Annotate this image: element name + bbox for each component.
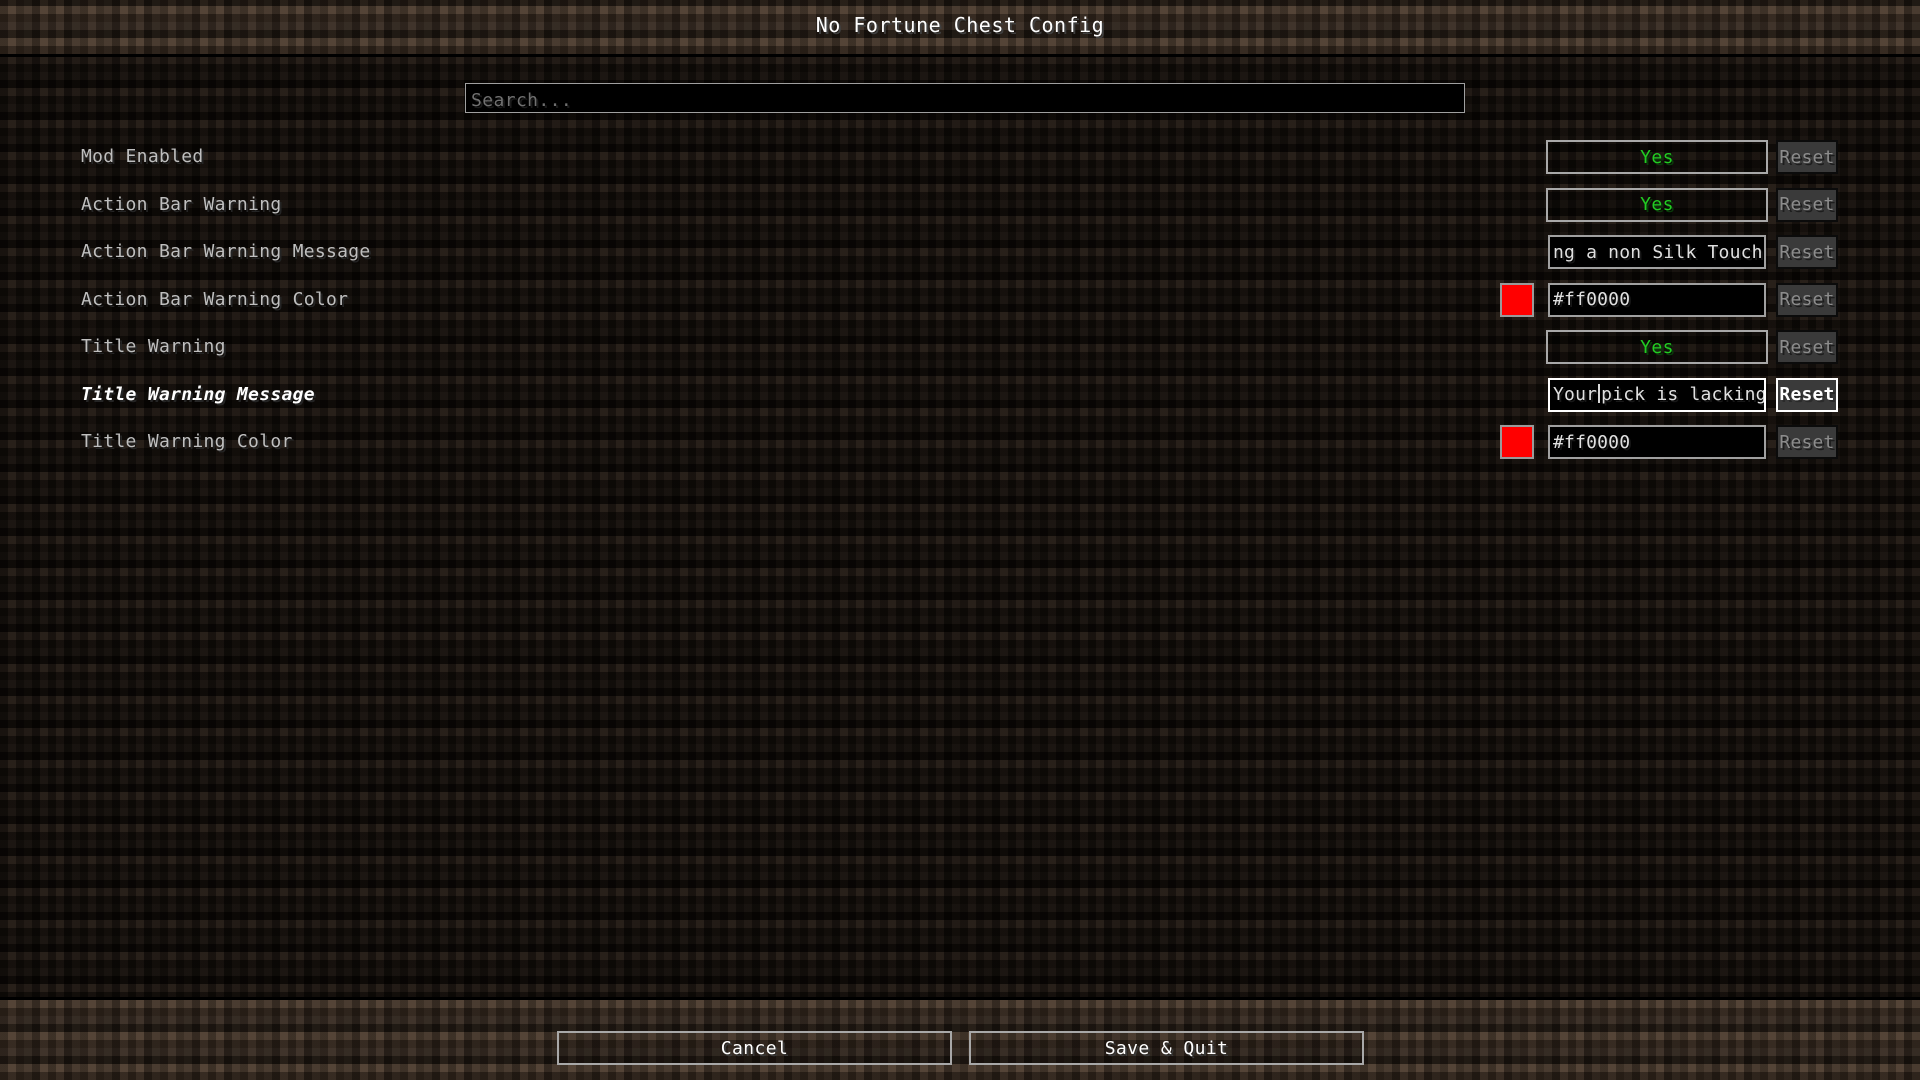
search-placeholder: Search... bbox=[471, 90, 573, 111]
reset-button-label: Reset bbox=[1779, 146, 1835, 168]
toggle-button[interactable]: Yes bbox=[1546, 330, 1768, 364]
option-row: Title Warning Message Your pick is lacking… bbox=[0, 375, 1920, 415]
color-input[interactable]: #ff0000 bbox=[1548, 282, 1766, 317]
option-row: Title Warning Color #ff0000 Reset bbox=[0, 422, 1920, 462]
config-screen: No Fortune Chest Config Search... Mod En… bbox=[0, 0, 1920, 1080]
cancel-button[interactable]: Cancel bbox=[557, 1031, 952, 1065]
reset-button: Reset bbox=[1776, 330, 1838, 364]
config-body: Search... Mod Enabled Yes Reset Action Bar … bbox=[0, 57, 1920, 1000]
text-input[interactable]: ng a non Silk Touch bbox=[1548, 235, 1766, 269]
text-input-value: ng a non Silk Touch bbox=[1550, 241, 1766, 263]
text-after-caret: pick is lacking. bbox=[1601, 384, 1766, 405]
toggle-button-value: Yes bbox=[1640, 146, 1674, 168]
cancel-button-label: Cancel bbox=[720, 1037, 789, 1059]
color-input-value: #ff0000 bbox=[1553, 431, 1631, 453]
toggle-button-value: Yes bbox=[1640, 194, 1674, 215]
reset-button-label: Reset bbox=[1779, 194, 1835, 215]
reset-button-label: Reset bbox=[1779, 241, 1835, 263]
color-swatch[interactable] bbox=[1500, 425, 1534, 459]
toggle-button[interactable]: Yes bbox=[1546, 140, 1768, 174]
option-label: Action Bar Warning Color bbox=[81, 288, 349, 310]
header-bar: No Fortune Chest Config bbox=[0, 0, 1920, 54]
color-input[interactable]: #ff0000 bbox=[1548, 425, 1766, 459]
save-quit-button[interactable]: Save & Quit bbox=[969, 1031, 1364, 1065]
option-label: Mod Enabled bbox=[81, 146, 204, 167]
color-input-value: #ff0000 bbox=[1553, 289, 1631, 310]
save-quit-button-label: Save & Quit bbox=[1104, 1037, 1229, 1059]
option-label: Title Warning bbox=[81, 336, 226, 357]
option-label: Action Bar Warning Message bbox=[81, 241, 371, 262]
option-label: Action Bar Warning bbox=[81, 193, 282, 215]
reset-button: Reset bbox=[1776, 425, 1838, 459]
text-input[interactable]: Your pick is lacking. bbox=[1548, 377, 1766, 412]
reset-button-label: Reset bbox=[1779, 289, 1835, 310]
footer-bar: Cancel Save & Quit bbox=[0, 1000, 1920, 1080]
option-row: Mod Enabled Yes Reset bbox=[0, 137, 1920, 177]
option-label: Title Warning Color bbox=[81, 431, 293, 452]
reset-button: Reset bbox=[1776, 140, 1838, 174]
toggle-button[interactable]: Yes bbox=[1546, 187, 1768, 222]
reset-button-label: Reset bbox=[1779, 431, 1835, 453]
option-row: Action Bar Warning Color #ff0000 Reset bbox=[0, 280, 1920, 320]
reset-button[interactable]: Reset bbox=[1776, 377, 1838, 412]
text-caret bbox=[1598, 384, 1601, 403]
option-row: Action Bar Warning Yes Reset bbox=[0, 185, 1920, 225]
search-input[interactable]: Search... bbox=[465, 83, 1465, 113]
page-title: No Fortune Chest Config bbox=[815, 13, 1105, 37]
reset-button: Reset bbox=[1776, 187, 1838, 222]
text-before-caret: Your bbox=[1553, 384, 1598, 405]
text-input-value: Your pick is lacking. bbox=[1550, 384, 1766, 405]
text-input-text: ng a non Silk Touch bbox=[1553, 242, 1766, 263]
option-row: Action Bar Warning Message ng a non Silk … bbox=[0, 232, 1920, 272]
option-row: Title Warning Yes Reset bbox=[0, 327, 1920, 367]
reset-button: Reset bbox=[1776, 282, 1838, 317]
reset-button-label: Reset bbox=[1779, 384, 1835, 405]
option-label: Title Warning Message bbox=[81, 383, 315, 405]
reset-button-label: Reset bbox=[1779, 336, 1835, 358]
toggle-button-value: Yes bbox=[1640, 336, 1674, 358]
reset-button: Reset bbox=[1776, 235, 1838, 269]
color-swatch[interactable] bbox=[1500, 282, 1534, 317]
